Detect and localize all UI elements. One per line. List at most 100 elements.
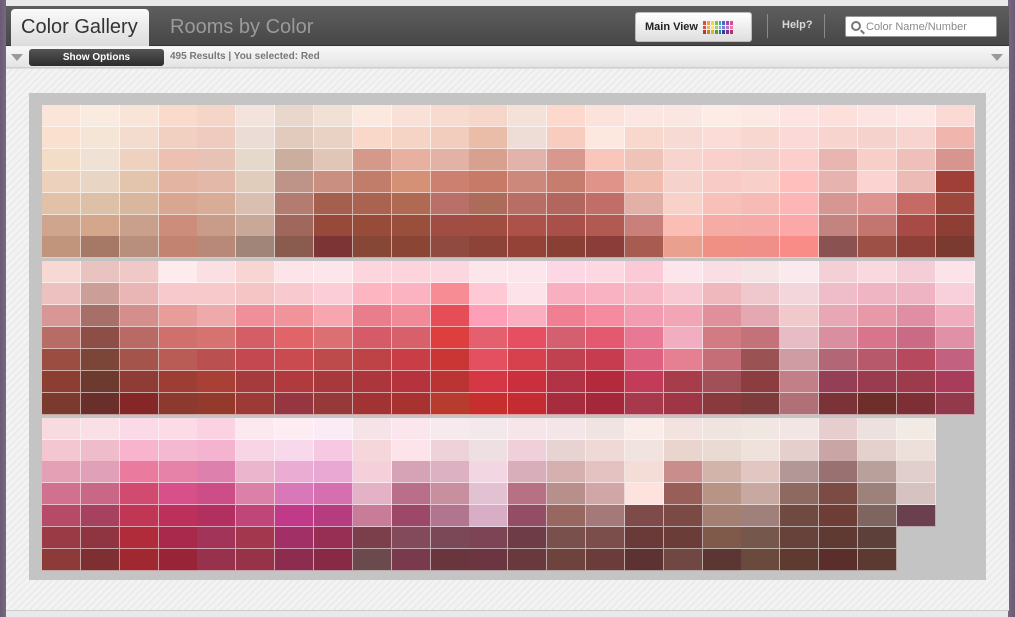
color-swatch[interactable] bbox=[119, 327, 159, 349]
color-swatch[interactable] bbox=[313, 527, 353, 550]
color-swatch[interactable] bbox=[469, 417, 509, 440]
color-swatch[interactable] bbox=[391, 392, 431, 415]
color-swatch[interactable] bbox=[42, 370, 81, 393]
color-swatch[interactable] bbox=[352, 461, 392, 484]
color-swatch[interactable] bbox=[430, 527, 470, 550]
color-swatch[interactable] bbox=[391, 105, 431, 127]
color-swatch[interactable] bbox=[857, 527, 897, 550]
color-swatch[interactable] bbox=[702, 148, 742, 171]
color-swatch[interactable] bbox=[197, 505, 237, 528]
color-swatch[interactable] bbox=[158, 461, 198, 484]
color-swatch[interactable] bbox=[352, 283, 392, 306]
color-swatch[interactable] bbox=[780, 105, 820, 127]
color-swatch[interactable] bbox=[896, 461, 936, 484]
color-swatch[interactable] bbox=[236, 461, 276, 484]
color-swatch[interactable] bbox=[80, 348, 120, 371]
color-swatch[interactable] bbox=[663, 214, 703, 237]
color-swatch[interactable] bbox=[197, 105, 237, 127]
color-swatch[interactable] bbox=[819, 192, 858, 215]
color-swatch[interactable] bbox=[42, 417, 81, 440]
color-swatch[interactable] bbox=[508, 105, 548, 127]
color-swatch[interactable] bbox=[547, 527, 586, 550]
color-swatch[interactable] bbox=[702, 236, 742, 259]
color-swatch[interactable] bbox=[780, 214, 820, 237]
color-swatch[interactable] bbox=[547, 148, 586, 171]
color-swatch[interactable] bbox=[741, 305, 781, 328]
color-swatch[interactable] bbox=[119, 461, 159, 484]
color-swatch[interactable] bbox=[119, 148, 159, 171]
color-swatch[interactable] bbox=[819, 370, 858, 393]
color-swatch[interactable] bbox=[430, 417, 470, 440]
color-swatch[interactable] bbox=[819, 170, 858, 193]
color-swatch[interactable] bbox=[780, 392, 820, 415]
color-swatch[interactable] bbox=[158, 236, 198, 259]
color-swatch[interactable] bbox=[547, 105, 586, 127]
color-swatch[interactable] bbox=[547, 392, 586, 415]
color-swatch[interactable] bbox=[663, 148, 703, 171]
color-swatch[interactable] bbox=[663, 417, 703, 440]
color-swatch[interactable] bbox=[42, 236, 81, 259]
color-swatch[interactable] bbox=[80, 214, 120, 237]
color-swatch[interactable] bbox=[508, 148, 548, 171]
color-swatch[interactable] bbox=[236, 148, 276, 171]
color-swatch[interactable] bbox=[197, 483, 237, 506]
color-swatch[interactable] bbox=[702, 527, 742, 550]
color-swatch[interactable] bbox=[275, 505, 315, 528]
color-swatch[interactable] bbox=[585, 483, 625, 506]
color-swatch[interactable] bbox=[469, 483, 509, 506]
color-swatch[interactable] bbox=[236, 527, 276, 550]
color-swatch[interactable] bbox=[508, 505, 548, 528]
color-swatch[interactable] bbox=[313, 549, 353, 571]
color-swatch[interactable] bbox=[197, 392, 237, 415]
color-swatch[interactable] bbox=[702, 192, 742, 215]
color-swatch[interactable] bbox=[197, 283, 237, 306]
color-swatch[interactable] bbox=[197, 305, 237, 328]
color-swatch[interactable] bbox=[352, 148, 392, 171]
color-swatch[interactable] bbox=[430, 392, 470, 415]
color-swatch[interactable] bbox=[80, 283, 120, 306]
color-swatch[interactable] bbox=[430, 236, 470, 259]
color-swatch[interactable] bbox=[391, 483, 431, 506]
color-swatch[interactable] bbox=[896, 439, 936, 462]
color-swatch[interactable] bbox=[702, 327, 742, 349]
color-swatch[interactable] bbox=[624, 348, 664, 371]
color-swatch[interactable] bbox=[663, 370, 703, 393]
color-swatch[interactable] bbox=[469, 505, 509, 528]
color-swatch[interactable] bbox=[585, 192, 625, 215]
color-swatch[interactable] bbox=[702, 461, 742, 484]
color-swatch[interactable] bbox=[857, 392, 897, 415]
color-swatch[interactable] bbox=[702, 505, 742, 528]
color-swatch[interactable] bbox=[352, 370, 392, 393]
color-swatch[interactable] bbox=[197, 439, 237, 462]
color-swatch[interactable] bbox=[896, 148, 936, 171]
color-swatch[interactable] bbox=[508, 392, 548, 415]
color-swatch[interactable] bbox=[42, 527, 81, 550]
color-swatch[interactable] bbox=[624, 214, 664, 237]
color-swatch[interactable] bbox=[158, 348, 198, 371]
color-swatch[interactable] bbox=[508, 549, 548, 571]
color-swatch[interactable] bbox=[158, 327, 198, 349]
color-swatch[interactable] bbox=[585, 214, 625, 237]
color-swatch[interactable] bbox=[236, 283, 276, 306]
color-swatch[interactable] bbox=[741, 549, 781, 571]
color-swatch[interactable] bbox=[275, 417, 315, 440]
color-swatch[interactable] bbox=[42, 126, 81, 149]
color-swatch[interactable] bbox=[819, 461, 858, 484]
color-swatch[interactable] bbox=[585, 170, 625, 193]
color-swatch[interactable] bbox=[275, 549, 315, 571]
color-swatch[interactable] bbox=[275, 283, 315, 306]
color-swatch[interactable] bbox=[42, 105, 81, 127]
color-swatch[interactable] bbox=[42, 170, 81, 193]
color-swatch[interactable] bbox=[80, 126, 120, 149]
color-swatch[interactable] bbox=[352, 527, 392, 550]
color-swatch[interactable] bbox=[158, 392, 198, 415]
color-swatch[interactable] bbox=[119, 483, 159, 506]
color-swatch[interactable] bbox=[585, 417, 625, 440]
color-swatch[interactable] bbox=[935, 283, 975, 306]
color-swatch[interactable] bbox=[663, 483, 703, 506]
color-swatch[interactable] bbox=[469, 305, 509, 328]
color-swatch[interactable] bbox=[236, 192, 276, 215]
color-swatch[interactable] bbox=[469, 439, 509, 462]
color-swatch[interactable] bbox=[585, 283, 625, 306]
color-swatch[interactable] bbox=[585, 148, 625, 171]
